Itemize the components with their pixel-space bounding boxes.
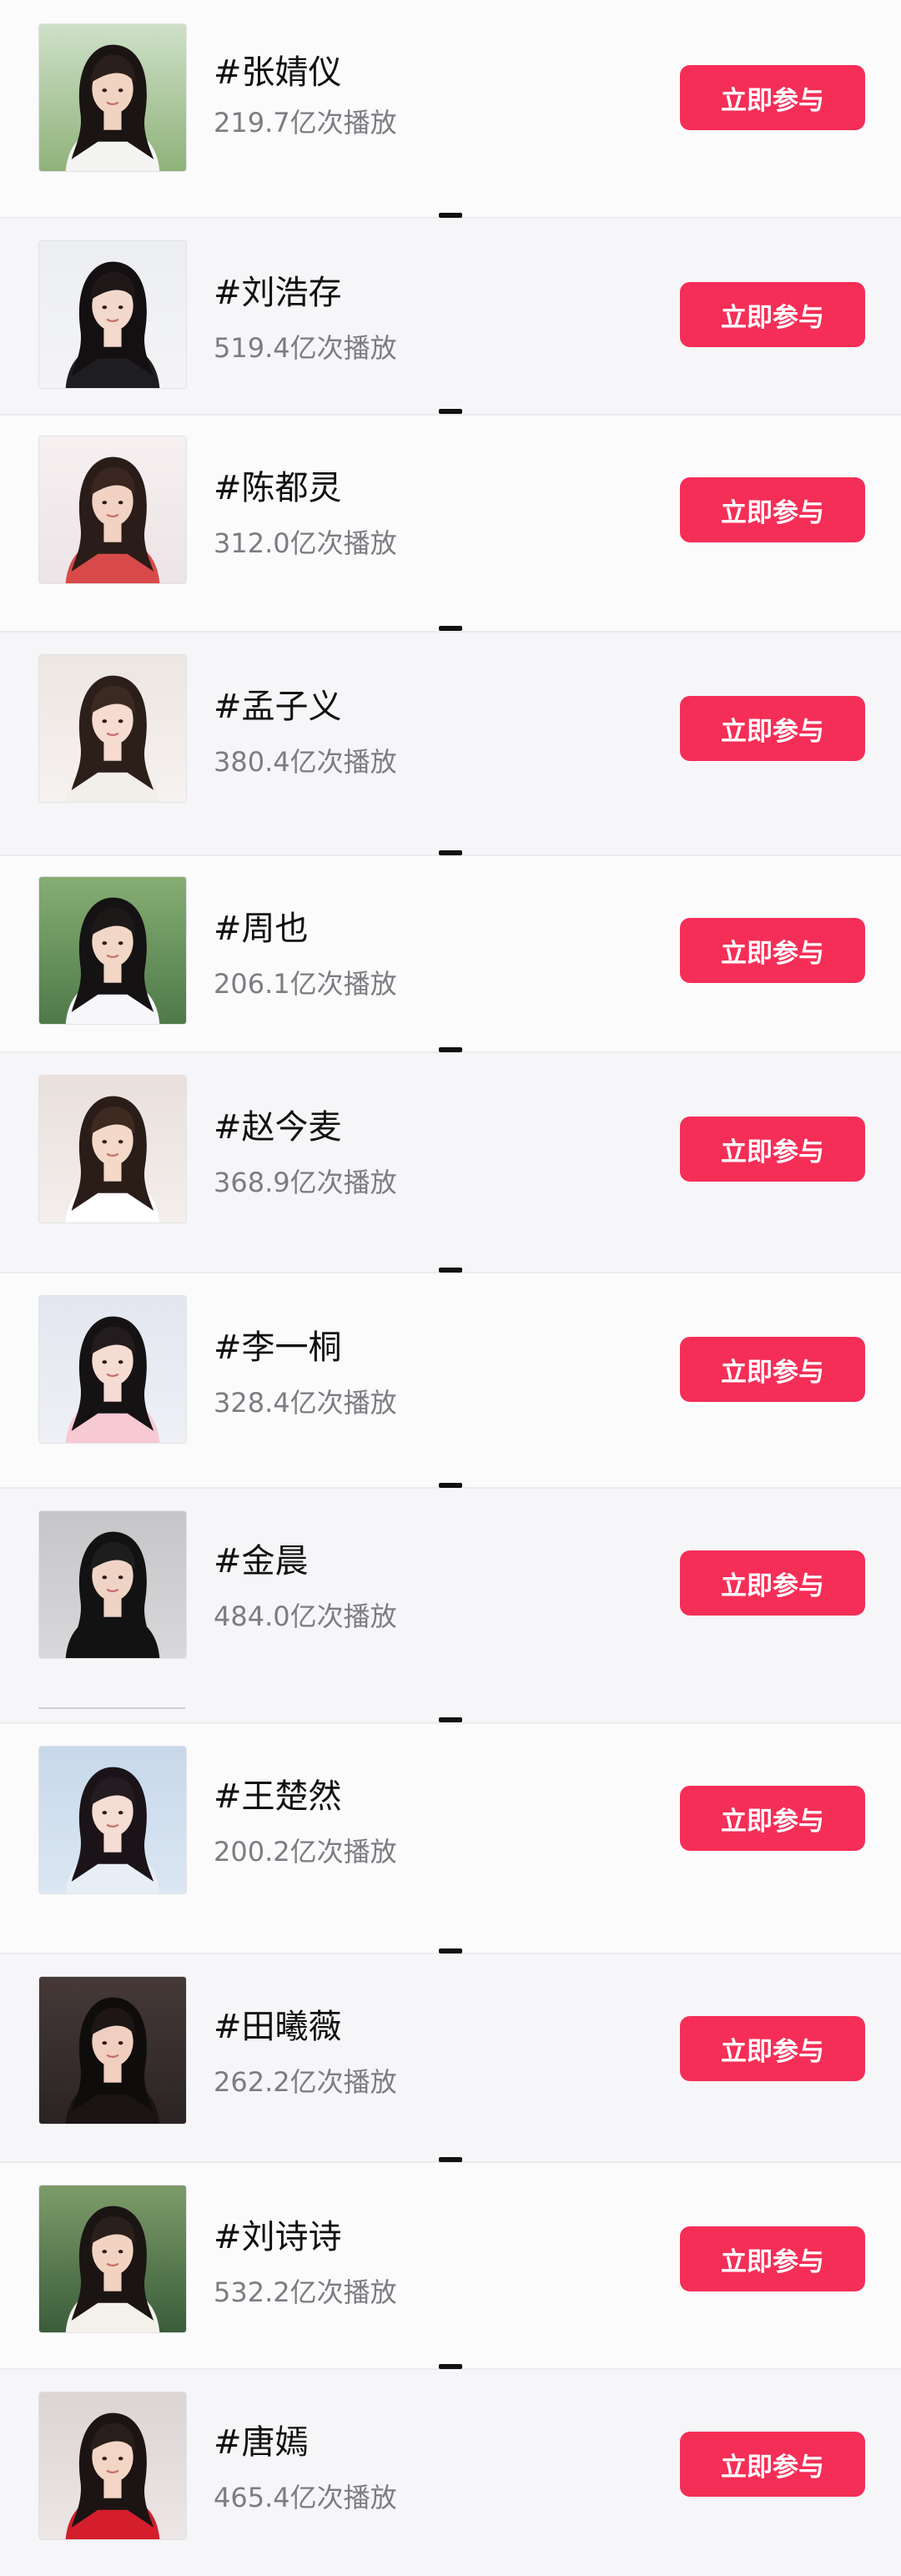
divider-handle [439, 850, 462, 855]
join-now-button[interactable]: 立即参与 [680, 282, 865, 347]
join-now-button[interactable]: 立即参与 [680, 2226, 865, 2291]
topic-title[interactable]: #金晨 [214, 1534, 309, 1582]
topic-title[interactable]: #赵今麦 [214, 1100, 342, 1148]
play-count: 519.4亿次播放 [214, 332, 397, 364]
join-now-button[interactable]: 立即参与 [680, 2016, 865, 2081]
divider-handle [439, 1717, 462, 1722]
join-now-button[interactable]: 立即参与 [680, 1117, 865, 1182]
topic-title[interactable]: #张婧仪 [214, 45, 342, 93]
join-now-button[interactable]: 立即参与 [680, 1550, 865, 1616]
avatar-thumbnail[interactable] [38, 436, 187, 584]
divider-handle [439, 1268, 462, 1273]
join-now-button[interactable]: 立即参与 [680, 1337, 865, 1402]
divider-handle [439, 1948, 462, 1953]
join-now-button[interactable]: 立即参与 [680, 65, 865, 130]
play-count: 532.2亿次播放 [214, 2276, 397, 2308]
topic-list: #张婧仪219.7亿次播放立即参与 #刘浩存519.4亿次播放立即参与 [0, 0, 901, 2576]
play-count: 206.1亿次播放 [214, 968, 397, 1000]
divider-handle [439, 213, 462, 218]
topic-title[interactable]: #刘诗诗 [214, 2210, 342, 2258]
play-count: 262.2亿次播放 [214, 2066, 397, 2098]
divider-handle [439, 626, 462, 631]
avatar-thumbnail[interactable] [38, 1295, 187, 1444]
avatar-thumbnail[interactable] [38, 1746, 187, 1894]
divider-handle [439, 1047, 462, 1052]
avatar-thumbnail[interactable] [38, 1510, 187, 1659]
avatar-thumbnail[interactable] [38, 2392, 187, 2540]
separator-line [38, 1707, 185, 1709]
play-count: 200.2亿次播放 [214, 1836, 397, 1868]
topic-title[interactable]: #田曦薇 [214, 1999, 342, 2048]
avatar-thumbnail[interactable] [38, 1976, 187, 2125]
topic-title[interactable]: #王楚然 [214, 1769, 342, 1817]
join-now-button[interactable]: 立即参与 [680, 696, 865, 761]
topic-title[interactable]: #陈都灵 [214, 461, 342, 509]
play-count: 484.0亿次播放 [214, 1601, 397, 1632]
divider-handle [439, 1483, 462, 1488]
play-count: 312.0亿次播放 [214, 527, 397, 559]
topic-title[interactable]: #李一桐 [214, 1320, 342, 1369]
avatar-thumbnail[interactable] [38, 2185, 187, 2333]
divider-handle [439, 2364, 462, 2369]
topic-title[interactable]: #唐嫣 [214, 2415, 309, 2463]
play-count: 219.7亿次播放 [214, 107, 397, 139]
play-count: 328.4亿次播放 [214, 1387, 397, 1419]
avatar-thumbnail[interactable] [38, 1075, 187, 1223]
avatar-thumbnail[interactable] [38, 240, 187, 389]
avatar-thumbnail[interactable] [38, 23, 187, 172]
play-count: 380.4亿次播放 [214, 746, 397, 778]
topic-title[interactable]: #刘浩存 [214, 265, 342, 314]
topic-title[interactable]: #周也 [214, 901, 309, 950]
avatar-thumbnail[interactable] [38, 876, 187, 1025]
play-count: 465.4亿次播放 [214, 2482, 397, 2513]
topic-title[interactable]: #孟子义 [214, 679, 342, 728]
play-count: 368.9亿次播放 [214, 1167, 397, 1198]
join-now-button[interactable]: 立即参与 [680, 2432, 865, 2497]
divider-handle [439, 409, 462, 414]
join-now-button[interactable]: 立即参与 [680, 477, 865, 542]
join-now-button[interactable]: 立即参与 [680, 918, 865, 983]
join-now-button[interactable]: 立即参与 [680, 1786, 865, 1851]
divider-handle [439, 2157, 462, 2162]
avatar-thumbnail[interactable] [38, 654, 187, 803]
